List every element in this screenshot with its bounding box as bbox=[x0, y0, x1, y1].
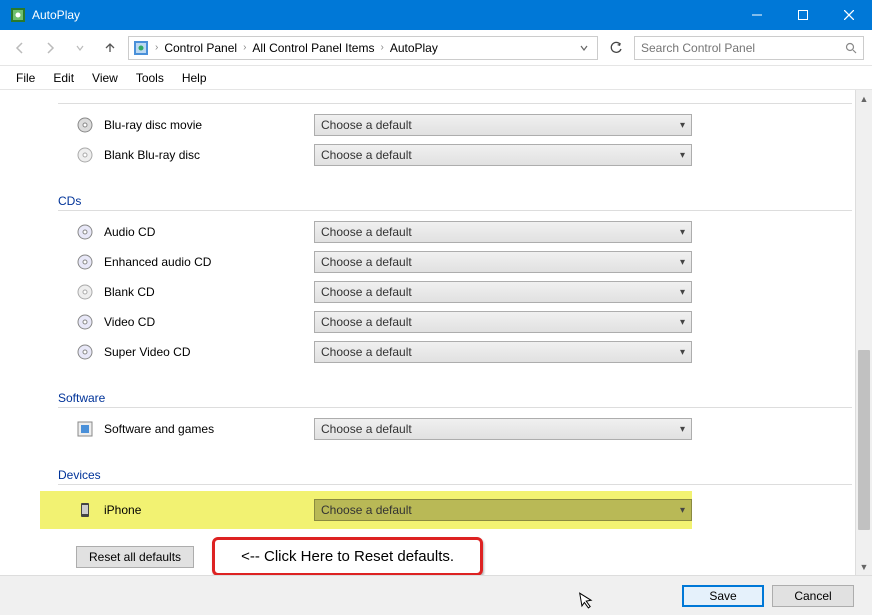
address-dropdown-icon[interactable] bbox=[579, 43, 589, 53]
row-bluray-movie: Blu-ray disc movie Choose a default▾ bbox=[76, 110, 852, 140]
reset-all-defaults-button[interactable]: Reset all defaults bbox=[76, 546, 194, 568]
menu-tools[interactable]: Tools bbox=[128, 69, 172, 87]
highlight-iphone: iPhone Choose a default▾ bbox=[40, 491, 692, 529]
row-software-games: Software and games Choose a default▾ bbox=[76, 414, 852, 444]
row-label: Software and games bbox=[104, 422, 304, 436]
row-enhanced-cd: Enhanced audio CD Choose a default▾ bbox=[76, 247, 852, 277]
chevron-down-icon: ▾ bbox=[680, 287, 685, 298]
content-area: Blu-ray disc movie Choose a default▾ Bla… bbox=[0, 90, 872, 575]
scroll-down-icon[interactable]: ▼ bbox=[856, 558, 872, 575]
phone-icon bbox=[76, 501, 94, 519]
disc-icon bbox=[76, 146, 94, 164]
chevron-down-icon: ▾ bbox=[680, 347, 685, 358]
select-audio-cd[interactable]: Choose a default▾ bbox=[314, 221, 692, 243]
row-label: Super Video CD bbox=[104, 345, 304, 359]
back-button[interactable] bbox=[8, 36, 32, 60]
scrollbar-thumb[interactable] bbox=[858, 350, 870, 530]
row-blank-bluray: Blank Blu-ray disc Choose a default▾ bbox=[76, 140, 852, 170]
select-bluray-movie[interactable]: Choose a default▾ bbox=[314, 114, 692, 136]
disc-icon bbox=[76, 116, 94, 134]
row-label: Audio CD bbox=[104, 225, 304, 239]
mouse-cursor-icon bbox=[579, 590, 596, 610]
disc-icon bbox=[76, 313, 94, 331]
row-label: iPhone bbox=[104, 503, 304, 517]
menu-file[interactable]: File bbox=[8, 69, 43, 87]
search-icon[interactable] bbox=[845, 42, 857, 54]
minimize-button[interactable] bbox=[734, 0, 780, 30]
row-label: Blu-ray disc movie bbox=[104, 118, 304, 132]
cancel-button[interactable]: Cancel bbox=[772, 585, 854, 607]
breadcrumb-bar[interactable]: › Control Panel › All Control Panel Item… bbox=[128, 36, 598, 60]
maximize-button[interactable] bbox=[780, 0, 826, 30]
select-super-video-cd[interactable]: Choose a default▾ bbox=[314, 341, 692, 363]
save-button[interactable]: Save bbox=[682, 585, 764, 607]
scroll-up-icon[interactable]: ▲ bbox=[856, 90, 872, 107]
menu-view[interactable]: View bbox=[84, 69, 126, 87]
callout-annotation: <-- Click Here to Reset defaults. bbox=[212, 537, 483, 575]
chevron-down-icon: ▾ bbox=[680, 317, 685, 328]
section-software: Software bbox=[58, 391, 852, 408]
section-devices: Devices bbox=[58, 468, 852, 485]
close-button[interactable] bbox=[826, 0, 872, 30]
select-enhanced-cd[interactable]: Choose a default▾ bbox=[314, 251, 692, 273]
row-label: Blank CD bbox=[104, 285, 304, 299]
row-label: Video CD bbox=[104, 315, 304, 329]
menu-bar: File Edit View Tools Help bbox=[0, 66, 872, 90]
chevron-down-icon: ▾ bbox=[680, 424, 685, 435]
crumb-control-panel[interactable]: Control Panel bbox=[164, 41, 237, 55]
vertical-scrollbar[interactable]: ▲ ▼ bbox=[855, 90, 872, 575]
disc-icon bbox=[76, 343, 94, 361]
dialog-footer: Save Cancel bbox=[0, 575, 872, 615]
forward-button[interactable] bbox=[38, 36, 62, 60]
disc-icon bbox=[76, 223, 94, 241]
refresh-button[interactable] bbox=[604, 36, 628, 60]
window-titlebar: AutoPlay bbox=[0, 0, 872, 30]
chevron-down-icon: ▾ bbox=[680, 257, 685, 268]
row-label: Enhanced audio CD bbox=[104, 255, 304, 269]
chevron-down-icon: ▾ bbox=[680, 227, 685, 238]
select-iphone[interactable]: Choose a default▾ bbox=[314, 499, 692, 521]
crumb-all-items[interactable]: All Control Panel Items bbox=[252, 41, 374, 55]
up-button[interactable] bbox=[98, 36, 122, 60]
chevron-down-icon: ▾ bbox=[680, 120, 685, 131]
select-blank-bluray[interactable]: Choose a default▾ bbox=[314, 144, 692, 166]
search-input[interactable] bbox=[641, 41, 845, 55]
control-panel-small-icon bbox=[133, 40, 149, 56]
recent-dropdown[interactable] bbox=[68, 36, 92, 60]
row-iphone: iPhone Choose a default▾ bbox=[76, 495, 692, 525]
menu-help[interactable]: Help bbox=[174, 69, 215, 87]
crumb-autoplay[interactable]: AutoPlay bbox=[390, 41, 438, 55]
section-cds: CDs bbox=[58, 194, 852, 211]
disc-icon bbox=[76, 253, 94, 271]
select-video-cd[interactable]: Choose a default▾ bbox=[314, 311, 692, 333]
select-blank-cd[interactable]: Choose a default▾ bbox=[314, 281, 692, 303]
menu-edit[interactable]: Edit bbox=[45, 69, 82, 87]
software-icon bbox=[76, 420, 94, 438]
chevron-right-icon: › bbox=[155, 42, 158, 53]
chevron-down-icon: ▾ bbox=[680, 505, 685, 516]
window-title: AutoPlay bbox=[32, 8, 734, 22]
row-blank-cd: Blank CD Choose a default▾ bbox=[76, 277, 852, 307]
row-video-cd: Video CD Choose a default▾ bbox=[76, 307, 852, 337]
disc-icon bbox=[76, 283, 94, 301]
chevron-right-icon: › bbox=[243, 42, 246, 53]
row-super-video-cd: Super Video CD Choose a default▾ bbox=[76, 337, 852, 367]
chevron-down-icon: ▾ bbox=[680, 150, 685, 161]
section-bluray-cut bbox=[58, 94, 852, 104]
search-box[interactable] bbox=[634, 36, 864, 60]
control-panel-icon bbox=[10, 7, 26, 23]
navigation-bar: › Control Panel › All Control Panel Item… bbox=[0, 30, 872, 66]
row-label: Blank Blu-ray disc bbox=[104, 148, 304, 162]
row-audio-cd: Audio CD Choose a default▾ bbox=[76, 217, 852, 247]
select-software-games[interactable]: Choose a default▾ bbox=[314, 418, 692, 440]
chevron-right-icon: › bbox=[380, 42, 383, 53]
